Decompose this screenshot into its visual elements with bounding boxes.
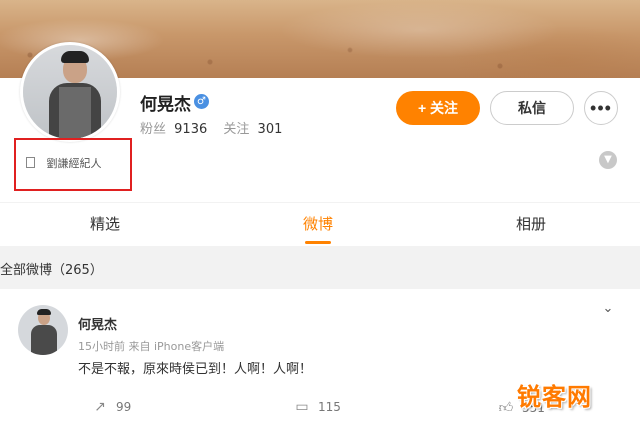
fans-count[interactable]: 9136 [174, 122, 207, 137]
post-chevron-down-icon[interactable]: ⌄ [601, 302, 615, 316]
tab-featured[interactable]: 精选 [52, 203, 158, 246]
profile-name: 何晃杰 [140, 95, 191, 115]
share-icon: ↗ [94, 399, 106, 415]
watermark-logo: 锐客网 [517, 383, 592, 411]
post-text: 不是不報，原來時侯已到！人啊！人啊！ [78, 362, 313, 377]
post-meta: 15小时前 来自 iPhone客户端 [78, 340, 225, 353]
tab-weibo[interactable]: 微博 [265, 203, 371, 246]
message-button[interactable]: 私信 [490, 91, 574, 125]
follow-button[interactable]: + 关注 [396, 91, 480, 125]
profile-tabs: 精选 微博 相册 [0, 203, 640, 246]
tab-album[interactable]: 相册 [478, 203, 584, 246]
chevron-down-icon[interactable]: ▼ [599, 151, 617, 169]
feed-title: 全部微博（265） [0, 263, 103, 278]
following-count[interactable]: 301 [258, 122, 283, 137]
active-tab-indicator [305, 241, 331, 244]
profile-avatar[interactable] [20, 42, 120, 142]
following-label: 关注 [223, 122, 250, 137]
comment-icon: ▭ [295, 399, 309, 415]
post-avatar[interactable] [18, 305, 68, 355]
highlight-box [14, 138, 132, 191]
male-icon: ♂ [194, 94, 209, 109]
repost-count: 99 [116, 400, 132, 414]
thumbs-up-icon: 👍︎ [498, 400, 514, 416]
fans-label: 粉丝 [140, 122, 167, 137]
comment-count: 115 [318, 400, 341, 414]
profile-stats: 粉丝 9136 关注 301 [140, 118, 286, 137]
post-author[interactable]: 何晃杰 [78, 314, 117, 333]
more-options-button[interactable]: ••• [584, 91, 618, 125]
comment-button[interactable]: ▭ 115 [294, 399, 341, 415]
repost-button[interactable]: ↗ 99 [92, 399, 131, 415]
